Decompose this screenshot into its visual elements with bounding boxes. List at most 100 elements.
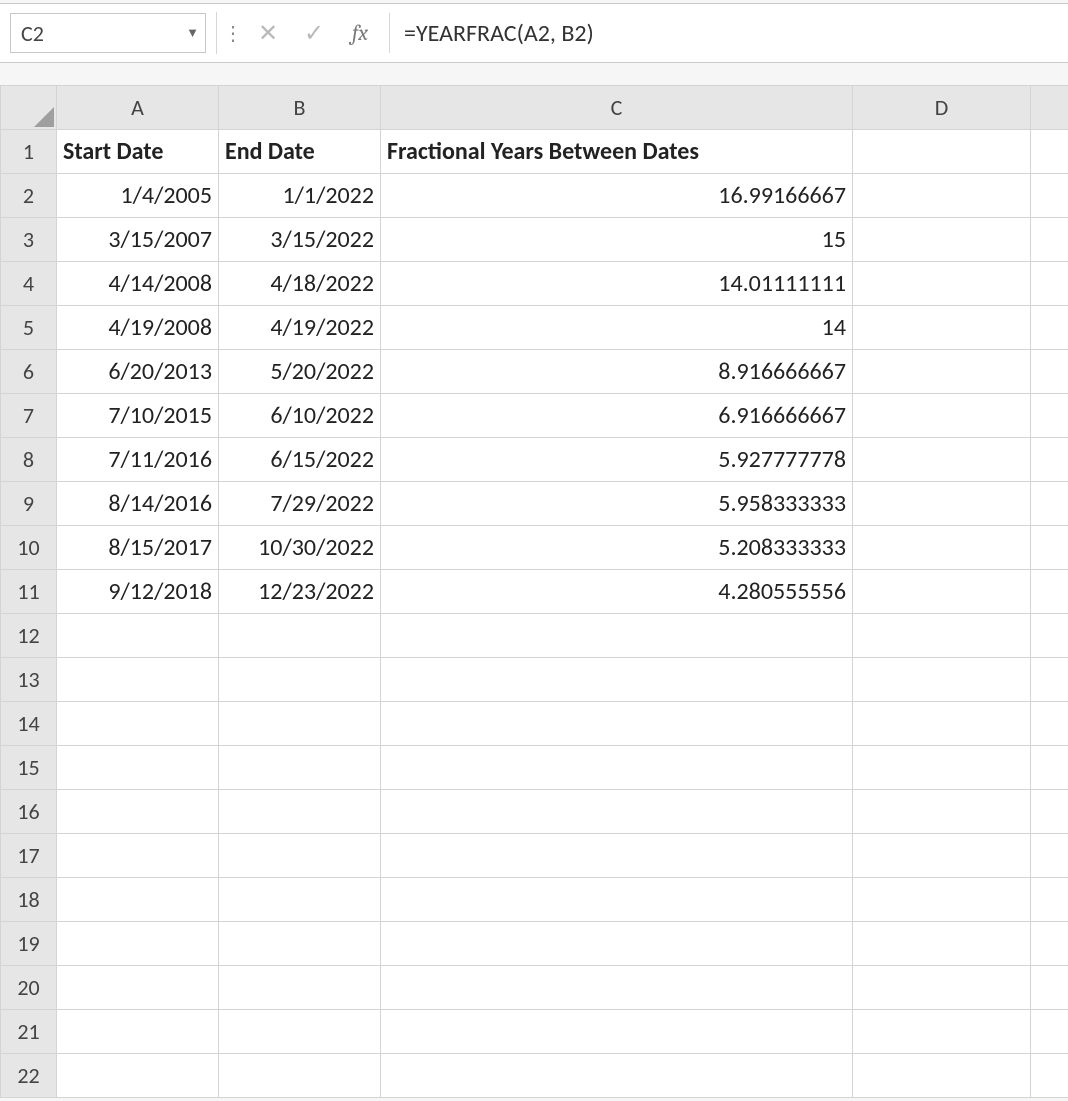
cell-D17[interactable]	[853, 834, 1031, 878]
cell-A13[interactable]	[57, 658, 219, 702]
row-header-16[interactable]: 16	[1, 790, 57, 834]
cell-B18[interactable]	[219, 878, 381, 922]
cell-B2[interactable]: 1/1/2022	[219, 174, 381, 218]
cell-C6[interactable]: 8.916666667	[381, 350, 853, 394]
row-header-13[interactable]: 13	[1, 658, 57, 702]
cell-E9[interactable]	[1031, 482, 1068, 526]
cell-E5[interactable]	[1031, 306, 1068, 350]
cell-D18[interactable]	[853, 878, 1031, 922]
cell-A6[interactable]: 6/20/2013	[57, 350, 219, 394]
cell-C18[interactable]	[381, 878, 853, 922]
cell-E21[interactable]	[1031, 1010, 1068, 1054]
row-header-3[interactable]: 3	[1, 218, 57, 262]
row-header-6[interactable]: 6	[1, 350, 57, 394]
col-header-C[interactable]: C	[381, 86, 853, 130]
cell-B17[interactable]	[219, 834, 381, 878]
cell-D11[interactable]	[853, 570, 1031, 614]
cell-A12[interactable]	[57, 614, 219, 658]
cell-D19[interactable]	[853, 922, 1031, 966]
cell-A11[interactable]: 9/12/2018	[57, 570, 219, 614]
cell-A10[interactable]: 8/15/2017	[57, 526, 219, 570]
cell-B1[interactable]: End Date	[219, 130, 381, 174]
row-header-10[interactable]: 10	[1, 526, 57, 570]
cell-D22[interactable]	[853, 1054, 1031, 1098]
cell-C9[interactable]: 5.958333333	[381, 482, 853, 526]
cell-D8[interactable]	[853, 438, 1031, 482]
fx-label[interactable]: fx	[337, 20, 383, 46]
row-header-12[interactable]: 12	[1, 614, 57, 658]
formula-input[interactable]: =YEARFRAC(A2, B2)	[389, 13, 1068, 53]
cell-D5[interactable]	[853, 306, 1031, 350]
cell-A5[interactable]: 4/19/2008	[57, 306, 219, 350]
cell-C19[interactable]	[381, 922, 853, 966]
cell-A16[interactable]	[57, 790, 219, 834]
cell-A4[interactable]: 4/14/2008	[57, 262, 219, 306]
cell-C16[interactable]	[381, 790, 853, 834]
cell-E14[interactable]	[1031, 702, 1068, 746]
cell-D2[interactable]	[853, 174, 1031, 218]
cell-C2[interactable]: 16.99166667	[381, 174, 853, 218]
cell-E6[interactable]	[1031, 350, 1068, 394]
cell-E17[interactable]	[1031, 834, 1068, 878]
cell-D21[interactable]	[853, 1010, 1031, 1054]
name-box-dropdown-icon[interactable]: ▼	[186, 25, 199, 41]
cell-E11[interactable]	[1031, 570, 1068, 614]
col-header-B[interactable]: B	[219, 86, 381, 130]
cell-E16[interactable]	[1031, 790, 1068, 834]
row-header-11[interactable]: 11	[1, 570, 57, 614]
cell-B10[interactable]: 10/30/2022	[219, 526, 381, 570]
cell-D6[interactable]	[853, 350, 1031, 394]
cell-D16[interactable]	[853, 790, 1031, 834]
cell-D13[interactable]	[853, 658, 1031, 702]
cell-E8[interactable]	[1031, 438, 1068, 482]
col-header-A[interactable]: A	[57, 86, 219, 130]
cell-E3[interactable]	[1031, 218, 1068, 262]
cell-C15[interactable]	[381, 746, 853, 790]
cell-E1[interactable]	[1031, 130, 1068, 174]
row-header-9[interactable]: 9	[1, 482, 57, 526]
cell-C14[interactable]	[381, 702, 853, 746]
cell-E19[interactable]	[1031, 922, 1068, 966]
cell-D20[interactable]	[853, 966, 1031, 1010]
cell-E22[interactable]	[1031, 1054, 1068, 1098]
cell-B5[interactable]: 4/19/2022	[219, 306, 381, 350]
cell-B7[interactable]: 6/10/2022	[219, 394, 381, 438]
cell-B11[interactable]: 12/23/2022	[219, 570, 381, 614]
cell-D14[interactable]	[853, 702, 1031, 746]
cell-A19[interactable]	[57, 922, 219, 966]
cell-A20[interactable]	[57, 966, 219, 1010]
cell-A15[interactable]	[57, 746, 219, 790]
cell-E2[interactable]	[1031, 174, 1068, 218]
cell-E12[interactable]	[1031, 614, 1068, 658]
cell-D1[interactable]	[853, 130, 1031, 174]
cell-B6[interactable]: 5/20/2022	[219, 350, 381, 394]
cell-A1[interactable]: Start Date	[57, 130, 219, 174]
cell-B9[interactable]: 7/29/2022	[219, 482, 381, 526]
row-header-22[interactable]: 22	[1, 1054, 57, 1098]
cell-C3[interactable]: 15	[381, 218, 853, 262]
row-header-1[interactable]: 1	[1, 130, 57, 174]
cancel-button[interactable]: ✕	[245, 19, 291, 48]
select-all-corner[interactable]	[1, 86, 57, 130]
cell-B21[interactable]	[219, 1010, 381, 1054]
cell-E10[interactable]	[1031, 526, 1068, 570]
row-header-21[interactable]: 21	[1, 1010, 57, 1054]
col-header-D[interactable]: D	[853, 86, 1031, 130]
cell-C21[interactable]	[381, 1010, 853, 1054]
row-header-5[interactable]: 5	[1, 306, 57, 350]
formula-bar-options-icon[interactable]: ⋮	[221, 21, 245, 46]
cell-A21[interactable]	[57, 1010, 219, 1054]
cell-B14[interactable]	[219, 702, 381, 746]
cell-A18[interactable]	[57, 878, 219, 922]
cell-E7[interactable]	[1031, 394, 1068, 438]
cell-C5[interactable]: 14	[381, 306, 853, 350]
cell-A17[interactable]	[57, 834, 219, 878]
cell-D12[interactable]	[853, 614, 1031, 658]
cell-C20[interactable]	[381, 966, 853, 1010]
cell-C17[interactable]	[381, 834, 853, 878]
row-header-19[interactable]: 19	[1, 922, 57, 966]
cell-D4[interactable]	[853, 262, 1031, 306]
row-header-2[interactable]: 2	[1, 174, 57, 218]
cell-C13[interactable]	[381, 658, 853, 702]
cell-E15[interactable]	[1031, 746, 1068, 790]
